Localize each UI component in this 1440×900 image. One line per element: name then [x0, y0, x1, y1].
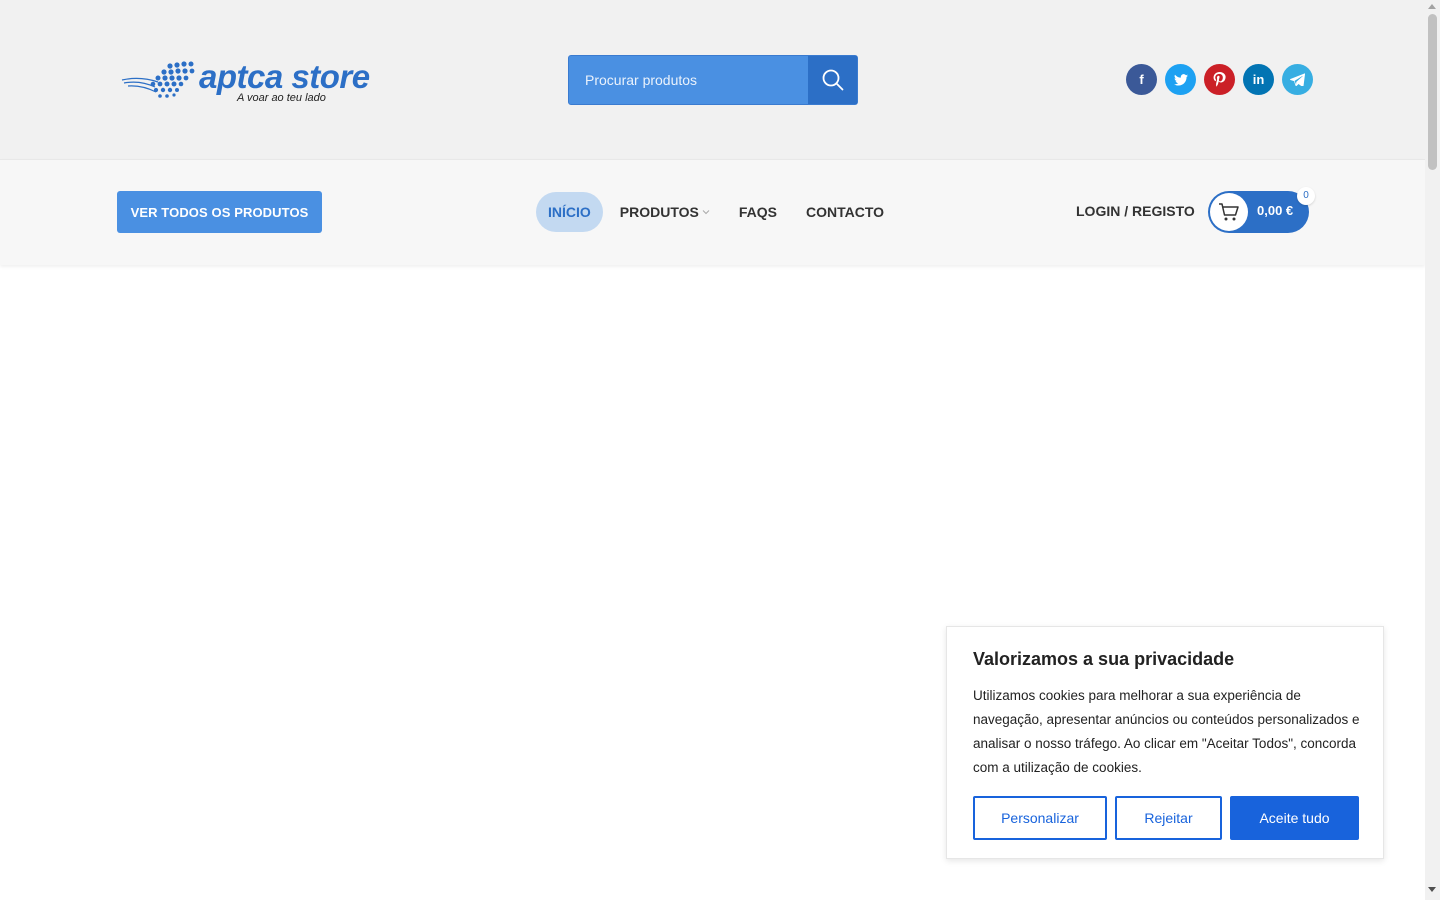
- scroll-up-arrow-icon[interactable]: [1428, 4, 1436, 9]
- cart-count-badge: 0: [1297, 187, 1315, 205]
- cart-icon: [1219, 203, 1239, 221]
- cart-icon-holder: [1210, 193, 1248, 231]
- logo-wordmark: aptca store: [199, 58, 370, 95]
- main-menu: INÍCIO PRODUTOS FAQS CONTACTO: [536, 192, 901, 232]
- customize-cookies-button[interactable]: Personalizar: [973, 796, 1107, 840]
- product-search: [568, 55, 858, 105]
- view-all-products-button[interactable]: VER TODOS OS PRODUTOS: [117, 191, 322, 233]
- nav-item-faqs[interactable]: FAQS: [727, 192, 789, 232]
- search-input[interactable]: [569, 56, 809, 104]
- chevron-down-icon: [702, 210, 710, 215]
- facebook-icon[interactable]: f: [1126, 64, 1157, 95]
- twitter-icon[interactable]: [1165, 64, 1196, 95]
- main-navigation: VER TODOS OS PRODUTOS INÍCIO PRODUTOS FA…: [0, 159, 1425, 265]
- scroll-down-arrow-icon[interactable]: [1428, 887, 1436, 892]
- logo-mark-icon: [121, 61, 195, 98]
- reject-cookies-button[interactable]: Rejeitar: [1115, 796, 1222, 840]
- cookie-consent-banner: Valorizamos a sua privacidade Utilizamos…: [946, 626, 1384, 859]
- site-logo[interactable]: aptca store A voar ao teu lado: [120, 58, 370, 108]
- search-icon: [822, 69, 843, 91]
- social-links: f in: [1126, 64, 1313, 95]
- logo-tagline: A voar ao teu lado: [237, 92, 326, 104]
- accept-all-cookies-button[interactable]: Aceite tudo: [1230, 796, 1359, 840]
- cart-total: 0,00 €: [1257, 203, 1294, 218]
- cookie-description: Utilizamos cookies para melhorar a sua e…: [973, 688, 1360, 775]
- login-register-link[interactable]: LOGIN / REGISTO: [1076, 203, 1195, 219]
- telegram-icon[interactable]: [1282, 64, 1313, 95]
- cart-button[interactable]: 0,00 € 0: [1208, 187, 1315, 233]
- nav-item-contacto[interactable]: CONTACTO: [794, 192, 896, 232]
- nav-item-inicio[interactable]: INÍCIO: [536, 192, 603, 232]
- nav-item-produtos[interactable]: PRODUTOS: [608, 192, 722, 232]
- scroll-thumb[interactable]: [1428, 14, 1437, 170]
- top-header: aptca store A voar ao teu lado f in: [0, 0, 1425, 159]
- linkedin-icon[interactable]: in: [1243, 64, 1274, 95]
- cookie-title: Valorizamos a sua privacidade: [973, 649, 1235, 669]
- page-scrollbar[interactable]: [1425, 0, 1440, 900]
- search-button[interactable]: [808, 56, 857, 104]
- pinterest-icon[interactable]: [1204, 64, 1235, 95]
- nav-item-produtos-label: PRODUTOS: [619, 204, 699, 220]
